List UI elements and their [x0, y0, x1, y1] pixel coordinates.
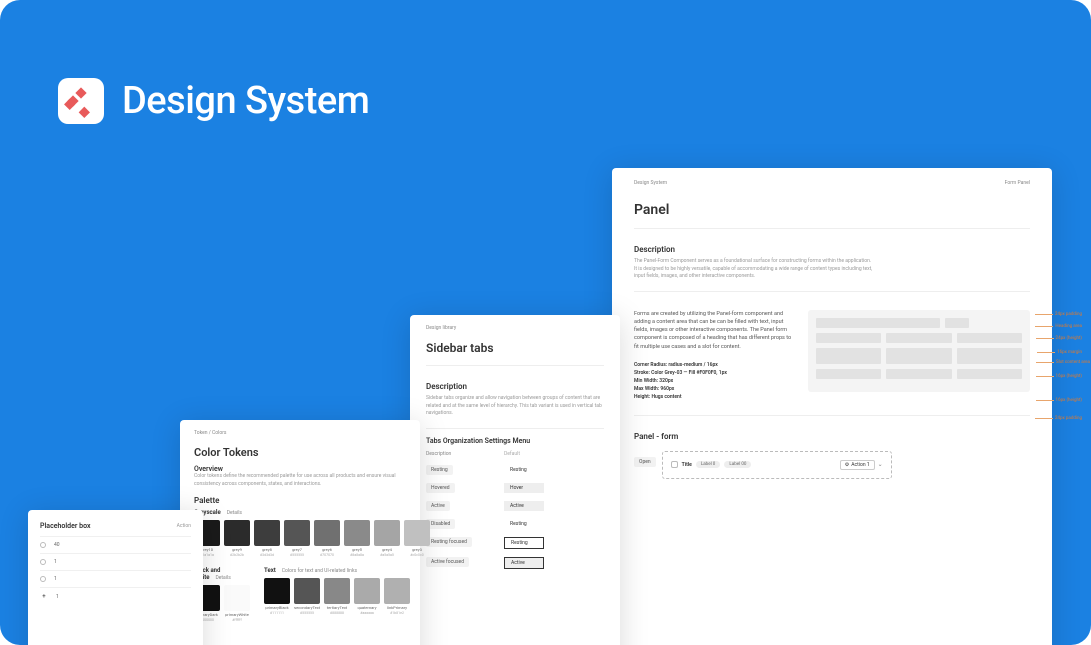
annotation: Heading area: [1055, 324, 1082, 329]
state-label: Resting: [426, 465, 453, 475]
pf-title: Title: [682, 462, 692, 468]
desc-heading: Description: [426, 382, 604, 391]
swatch[interactable]: grey9#2b2b2b: [224, 520, 250, 557]
breadcrumb[interactable]: Token / Colors: [194, 430, 406, 436]
card-color-tokens: Token / Colors Color Tokens Overview Col…: [180, 420, 420, 645]
sidebar-tabs-title: Sidebar tabs: [426, 341, 604, 355]
swatch[interactable]: secondaryText#555555: [294, 578, 320, 615]
tab-demo[interactable]: Active: [504, 557, 544, 569]
state-table: Description Default: [426, 451, 604, 457]
swatch[interactable]: grey8#3d3d3d: [254, 520, 280, 557]
checkbox-icon[interactable]: [671, 461, 678, 468]
desc-text: Sidebar tabs organize and allow navigati…: [426, 395, 604, 418]
breadcrumb-right: Form Panel: [1005, 180, 1030, 186]
action-button[interactable]: ⚙Action 1: [840, 460, 875, 470]
list-item: 40: [40, 536, 191, 553]
canvas: Design System Design System Form Panel P…: [0, 0, 1091, 645]
swatch[interactable]: linkPrimary#1b81e2: [384, 578, 410, 615]
spec-props: Corner Radius: radius-medium / 16px Stro…: [634, 361, 794, 401]
annotation: 24px padding: [1055, 312, 1082, 317]
annotation: 24px padding: [1055, 416, 1082, 421]
annotation: 16px margin: [1057, 350, 1082, 355]
panel-title: Panel: [634, 202, 1030, 218]
desc-text: The Panel-Form Component serves as a fou…: [634, 258, 874, 281]
card-sidebar-tabs: Design library Sidebar tabs Description …: [410, 315, 620, 645]
desc-heading: Description: [634, 245, 1030, 254]
gear-icon: ⚙: [845, 462, 849, 468]
tab-demo[interactable]: Resting: [504, 465, 544, 475]
action-link[interactable]: Action: [177, 523, 191, 529]
card-panel: Design System Form Panel Panel Descripti…: [612, 168, 1052, 645]
card-placeholder: Placeholder box Action 4011+1: [28, 510, 203, 645]
state-label: Disabled: [426, 519, 455, 529]
annotation: Slot content area: [1056, 360, 1090, 365]
palette-heading: Palette: [194, 496, 406, 505]
col-header: Description: [426, 451, 486, 457]
swatch[interactable]: tertiaryText#888888: [324, 578, 350, 615]
chevron-down-icon[interactable]: ⌄: [878, 461, 883, 468]
swatch[interactable]: primaryBlack#111111: [264, 578, 290, 615]
swatch[interactable]: primaryWhite#ffffff: [224, 585, 250, 622]
radio-icon[interactable]: [40, 559, 46, 565]
tab-demo[interactable]: Active: [504, 501, 544, 511]
color-tokens-title: Color Tokens: [194, 446, 406, 459]
panel-form-preview: Title Label 0 Label 00 ⚙Action 1 ⌄: [662, 451, 892, 479]
chip: Label 0: [696, 461, 721, 468]
swatch[interactable]: grey3#c0c0c0: [404, 520, 430, 557]
wireframe: 24px padding Heading area 24px (height) …: [808, 310, 1030, 401]
swatch[interactable]: quaternary#aaaaaa: [354, 578, 380, 615]
swatch[interactable]: grey4#a5a5a5: [374, 520, 400, 557]
state-label: Active focused: [426, 557, 469, 567]
tab-demo[interactable]: Resting: [504, 519, 544, 529]
radio-icon[interactable]: [40, 542, 46, 548]
radio-icon[interactable]: [40, 576, 46, 582]
annotation: 16px (height): [1056, 398, 1082, 403]
placeholder-title: Placeholder box: [40, 522, 91, 530]
breadcrumb[interactable]: Design library: [426, 325, 604, 331]
plus-icon[interactable]: +: [40, 593, 48, 601]
annotation: 16px (height): [1056, 374, 1082, 379]
swatch[interactable]: grey6#707070: [314, 520, 340, 557]
list-item: 1: [40, 570, 191, 587]
spec-text: Forms are created by utilizing the Panel…: [634, 310, 794, 351]
section-heading: Tabs Organization Settings Menu: [426, 437, 604, 445]
state-label: Resting focused: [426, 537, 472, 547]
details-link[interactable]: Details: [227, 510, 242, 516]
tab-demo[interactable]: Resting: [504, 537, 544, 549]
col-header: Default: [504, 451, 604, 457]
breadcrumb[interactable]: Design System: [634, 180, 667, 186]
state-label: Hovered: [426, 483, 455, 493]
chip: Label 00: [724, 461, 751, 468]
swatch[interactable]: grey5#8a8a8a: [344, 520, 370, 557]
text-heading: Text: [264, 567, 276, 574]
overview-text: Color tokens define the recommended pale…: [194, 473, 406, 488]
swatch[interactable]: grey7#555555: [284, 520, 310, 557]
state-label: Active: [426, 501, 450, 511]
overview-heading: Overview: [194, 465, 406, 473]
details-link[interactable]: Details: [215, 575, 230, 581]
header: Design System: [58, 78, 369, 124]
tab-demo[interactable]: Hover: [504, 483, 544, 493]
list-item: +1: [40, 587, 191, 606]
annotation: 24px (height): [1056, 336, 1082, 341]
list-item: 1: [40, 553, 191, 570]
logo-icon: [58, 78, 104, 124]
text-sub: Colors for text and UI-related links: [282, 568, 357, 574]
page-title: Design System: [122, 79, 369, 123]
open-chip[interactable]: Open: [634, 457, 656, 467]
panel-form-title: Panel - form: [634, 432, 1030, 441]
